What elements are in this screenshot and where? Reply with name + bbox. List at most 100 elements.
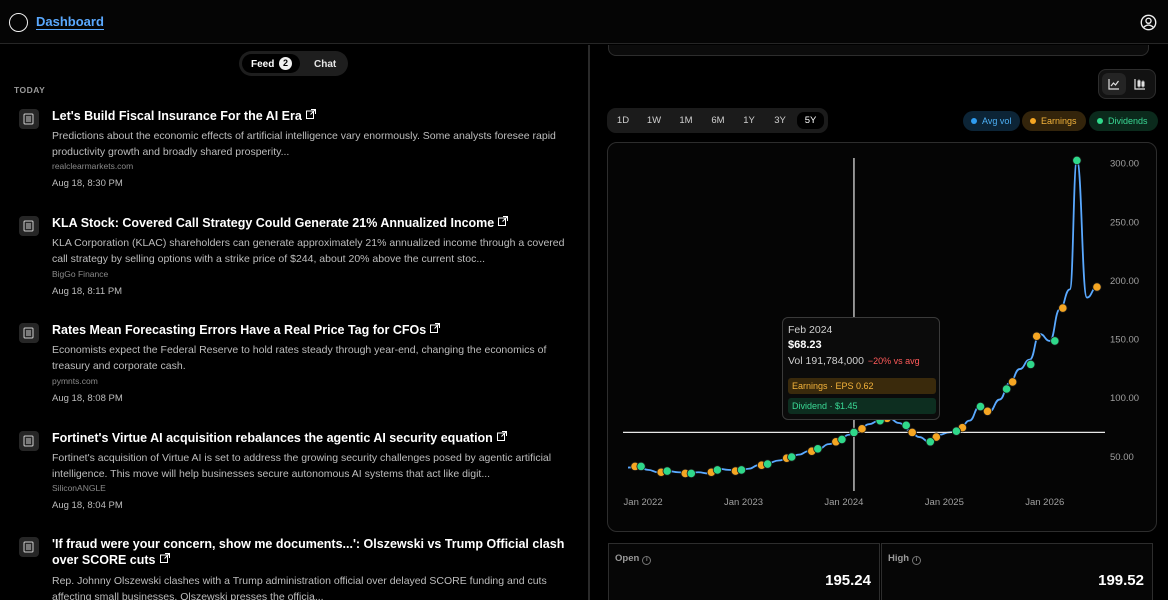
external-link-icon[interactable]	[498, 216, 509, 226]
newspaper-icon	[19, 323, 39, 343]
news-title[interactable]: Fortinet's Virtue AI acquisition rebalan…	[52, 431, 493, 445]
candlestick-view-button[interactable]	[1128, 73, 1152, 95]
news-time: Aug 18, 8:30 PM	[52, 178, 123, 189]
dividend-marker	[925, 437, 935, 447]
legend-earnings[interactable]: Earnings	[1022, 111, 1086, 131]
candlestick-icon	[1134, 79, 1145, 90]
external-link-icon[interactable]	[430, 323, 441, 333]
news-title[interactable]: Rates Mean Forecasting Errors Have a Rea…	[52, 323, 426, 337]
legend-earnings-label: Earnings	[1041, 116, 1077, 126]
dividend-marker	[686, 468, 696, 479]
news-title[interactable]: 'If fraud were your concern, show me doc…	[52, 537, 564, 567]
info-icon[interactable]: i	[642, 556, 652, 565]
range-5y[interactable]: 5Y	[797, 112, 824, 129]
y-tick-label: 200.00	[1110, 276, 1139, 287]
dividend-marker	[975, 401, 986, 412]
legend-avg-vol-label: Avg vol	[982, 116, 1012, 126]
y-tick-label: 50.00	[1110, 452, 1134, 463]
y-tick-label: 300.00	[1110, 159, 1139, 170]
tooltip-volume-change: −20% vs avg	[867, 356, 920, 366]
range-1m[interactable]: 1M	[674, 112, 698, 129]
news-time: Aug 18, 8:04 PM	[52, 500, 123, 511]
newspaper-icon	[19, 216, 39, 236]
newspaper-icon	[19, 537, 39, 557]
stat-open-label: Open	[615, 553, 640, 564]
range-1d[interactable]: 1D	[612, 112, 634, 129]
earnings-marker	[857, 424, 867, 434]
dividend-marker	[951, 426, 961, 436]
tooltip-earnings: Earnings · EPS 0.62	[788, 378, 936, 394]
x-tick-label: Jan 2024	[824, 497, 863, 508]
range-1y[interactable]: 1Y	[738, 112, 760, 129]
news-time: Aug 18, 8:08 PM	[52, 393, 123, 404]
y-tick-label: 100.00	[1110, 393, 1139, 404]
news-time: Aug 18, 8:11 PM	[52, 286, 123, 297]
feed-chat-toggle: Feed 2 Chat	[239, 51, 348, 76]
dividend-marker	[849, 427, 859, 437]
earnings-marker	[1092, 282, 1102, 292]
dividend-marker	[1050, 336, 1060, 346]
news-source: pymnts.com	[52, 376, 98, 386]
x-tick-label: Jan 2025	[925, 497, 964, 508]
range-6m[interactable]: 6M	[706, 112, 730, 129]
range-1w[interactable]: 1W	[642, 112, 666, 129]
earnings-marker	[1008, 377, 1018, 387]
info-icon[interactable]: i	[912, 556, 922, 565]
tab-chat[interactable]: Chat	[314, 59, 336, 70]
feed-panel: Feed 2 Chat TODAY Let's Build Fiscal Ins…	[0, 45, 590, 600]
news-source: BigGo Finance	[52, 269, 109, 279]
stat-high-value: 199.52	[1098, 572, 1144, 589]
tooltip-date: Feb 2024	[788, 324, 833, 336]
news-source: realclearmarkets.com	[52, 161, 134, 171]
x-tick-label: Jan 2023	[724, 497, 763, 508]
external-link-icon[interactable]	[305, 109, 316, 119]
news-summary: KLA Corporation (KLAC) shareholders can …	[52, 237, 565, 265]
range-3y[interactable]: 3Y	[768, 112, 792, 129]
section-label-today: TODAY	[14, 85, 46, 95]
user-account-icon[interactable]	[1140, 14, 1157, 31]
earnings-dot	[1030, 118, 1036, 124]
tooltip-volume: Vol 191,784,000 −20% vs avg	[788, 355, 920, 367]
dividend-marker	[736, 465, 747, 475]
news-source: SiliconANGLE	[52, 483, 106, 493]
news-title[interactable]: KLA Stock: Covered Call Strategy Could G…	[52, 216, 494, 230]
earnings-marker	[1058, 303, 1068, 313]
feed-count-badge: 2	[279, 57, 292, 70]
time-range-selector: 1D 1W 1M 6M 1Y 3Y 5Y	[607, 108, 828, 133]
legend-avg-vol[interactable]: Avg vol	[963, 111, 1020, 131]
tooltip-dividend: Dividend · $1.45	[788, 398, 936, 414]
stat-open: Open i 195.24	[608, 543, 880, 600]
news-summary: Fortinet's acquisition of Virtue AI is s…	[52, 452, 552, 480]
top-card	[608, 45, 1149, 56]
dashboard-link[interactable]: Dashboard	[36, 14, 104, 30]
dividend-marker	[901, 420, 911, 430]
stat-high-label: High	[888, 553, 910, 564]
dividend-marker	[837, 434, 847, 445]
dividend-marker	[787, 452, 797, 462]
dividend-marker	[1072, 155, 1082, 165]
dividend-marker	[1026, 359, 1036, 369]
line-view-button[interactable]	[1102, 73, 1126, 95]
stat-open-value: 195.24	[825, 572, 871, 589]
stock-panel: 1D 1W 1M 6M 1Y 3Y 5Y Avg vol Earnings Di…	[592, 45, 1168, 600]
x-tick-label: Jan 2026	[1025, 497, 1064, 508]
external-link-icon[interactable]	[496, 431, 507, 441]
news-title[interactable]: Let's Build Fiscal Insurance For the AI …	[52, 109, 302, 123]
y-tick-label: 150.00	[1110, 335, 1139, 346]
newspaper-icon	[19, 109, 39, 129]
logo-icon[interactable]	[9, 13, 28, 32]
legend-dividends-label: Dividends	[1108, 116, 1148, 126]
dividend-marker	[636, 461, 646, 471]
external-link-icon[interactable]	[159, 553, 170, 563]
line-chart-icon	[1108, 79, 1119, 90]
chart-tooltip: Feb 2024 $68.23 Vol 191,784,000 −20% vs a…	[782, 317, 940, 420]
dividend-marker	[763, 459, 773, 469]
y-tick-label: 250.00	[1110, 217, 1139, 228]
tab-feed[interactable]: Feed 2	[242, 54, 300, 73]
legend-dividends[interactable]: Dividends	[1089, 111, 1158, 131]
tooltip-price: $68.23	[788, 339, 822, 351]
dividend-marker	[813, 444, 823, 454]
top-bar: Dashboard	[0, 0, 1168, 44]
price-chart[interactable]: 300.00 250.00 200.00 150.00 100.00 50.00 Jan 2…	[607, 142, 1157, 532]
news-summary: Predictions about the economic effects o…	[52, 130, 556, 158]
